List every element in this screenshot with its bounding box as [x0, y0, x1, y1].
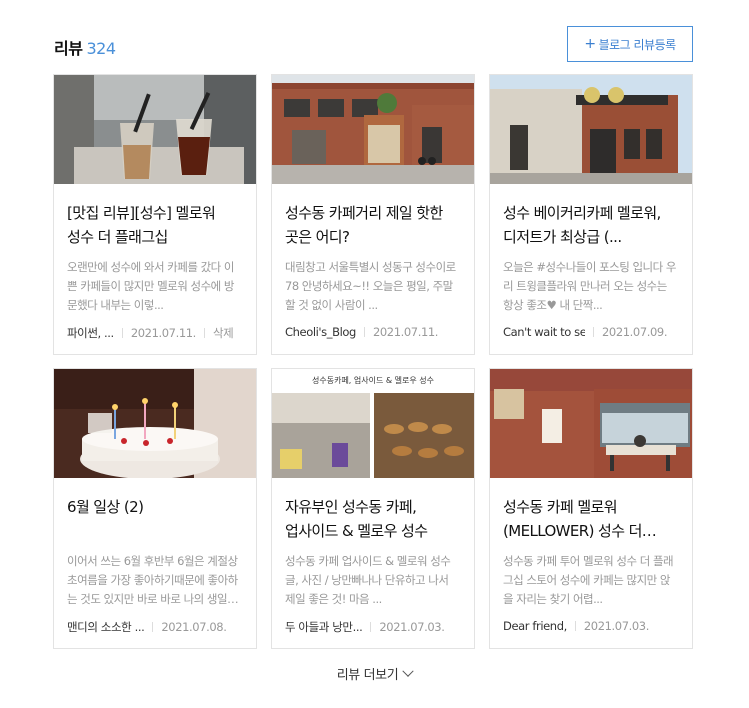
review-thumbnail[interactable] [490, 369, 692, 478]
review-thumbnail[interactable] [272, 75, 474, 184]
review-card[interactable]: 성수동카페, 업사이드 & 멜로우 성수 자유부인 성수동 카페, 업사이드 &… [271, 368, 475, 649]
cafe-exterior-photo-icon [490, 75, 692, 184]
meta-divider [152, 622, 154, 632]
meta-divider [121, 328, 123, 338]
review-thumbnail[interactable] [54, 75, 256, 184]
review-thumbnail[interactable] [490, 75, 692, 184]
more-reviews-button[interactable]: 리뷰 더보기 [0, 664, 749, 683]
more-reviews-label: 리뷰 더보기 [336, 668, 399, 683]
thumbnail-caption: 성수동카페, 업사이드 & 멜로우 성수 [312, 375, 434, 385]
meta-divider [370, 622, 372, 632]
review-title[interactable]: 성수동 카페 멜로워(MELLOWER) 성수 더 플래... [503, 495, 679, 543]
review-excerpt: 이어서 쓰는 6월 후반부 6월은 계절상 초여름을 가장 좋아하기때문에 좋아… [67, 554, 238, 606]
bakery-collage-photo-icon: 성수동카페, 업사이드 & 멜로우 성수 [272, 369, 474, 478]
review-date: 2021.07.08. [161, 620, 227, 634]
review-date: 2021.07.03. [379, 620, 445, 634]
register-blog-review-label: 블로그 리뷰등록 [598, 37, 677, 52]
reviews-header: 리뷰 324 + 블로그 리뷰등록 [54, 26, 693, 62]
more-reviews-inner: 리뷰 더보기 [336, 664, 414, 683]
review-card[interactable]: 성수동 카페 멜로워(MELLOWER) 성수 더 플래... 성수동 카페 투… [489, 368, 693, 649]
review-excerpt: 성수동 카페 업사이드 & 멜로워 성수 글, 사진 / 낭만빠나나 단유하고 … [285, 554, 451, 606]
review-excerpt: 성수동 카페 투어 멜로워 성수 더 플래그십 스토어 성수에 카페는 많지만 … [503, 554, 674, 606]
reviews-title-label: 리뷰 [54, 39, 83, 58]
review-meta: 맨디의 소소한 ... 2021.07.08. [67, 619, 243, 635]
birthday-cake-photo-icon [54, 369, 256, 478]
meta-divider [203, 328, 205, 338]
review-date: 2021.07.11. [130, 326, 197, 340]
review-card[interactable]: 6월 일상 (2) 이어서 쓰는 6월 후반부 6월은 계절상 초여름을 가장 … [53, 368, 257, 649]
reviews-title: 리뷰 324 [54, 35, 116, 59]
meta-divider [593, 327, 594, 337]
review-author[interactable]: Dear friend, [503, 619, 567, 633]
review-date: 2021.07.11. [372, 325, 439, 339]
review-card-grid: [맛집 리뷰][성수] 멜로워 성수 더 플래그십 오랜만에 성수에 와서 카페… [53, 74, 693, 649]
iced-coffee-photo-icon [54, 75, 256, 184]
review-thumbnail[interactable] [54, 369, 256, 478]
register-blog-review-button[interactable]: + 블로그 리뷰등록 [567, 26, 693, 62]
review-excerpt: 오늘은 #성수나들이 포스팅 입니다 우리 트윙클플라워 만나러 오는 성수는 … [503, 260, 676, 312]
review-card[interactable]: 성수 베이커리카페 멜로워, 디저트가 최상급 (... 오늘은 #성수나들이 … [489, 74, 693, 355]
review-thumbnail[interactable]: 성수동카페, 업사이드 & 멜로우 성수 [272, 369, 474, 478]
delete-review-button[interactable]: 삭제 [213, 325, 234, 341]
review-title[interactable]: 6월 일상 (2) [67, 495, 243, 543]
review-author[interactable]: 파이썬, ... [67, 325, 114, 341]
review-meta: Dear friend, 2021.07.03. [503, 619, 679, 633]
meta-divider [363, 327, 365, 337]
plus-icon: + [584, 36, 596, 52]
brick-terrace-photo-icon [490, 369, 692, 478]
review-title[interactable]: 자유부인 성수동 카페, 업사이드 & 멜로우 성수 [285, 495, 461, 543]
brick-building-photo-icon [272, 75, 474, 184]
review-title[interactable]: 성수 베이커리카페 멜로워, 디저트가 최상급 (... [503, 201, 679, 249]
review-meta: Can't wait to se... 2021.07.09. [503, 325, 679, 339]
review-author[interactable]: Can't wait to se... [503, 325, 585, 339]
review-card[interactable]: 성수동 카페거리 제일 핫한 곳은 어디? 대림창고 서울특별시 성동구 성수이… [271, 74, 475, 355]
review-title[interactable]: 성수동 카페거리 제일 핫한 곳은 어디? [285, 201, 461, 249]
chevron-down-icon [402, 665, 414, 677]
review-meta: Cheoli's_Blog 2021.07.11. [285, 325, 461, 339]
review-excerpt: 오랜만에 성수에 와서 카페를 갔다 이쁜 카페들이 많지만 멜로워 성수에 방… [67, 260, 234, 312]
review-author[interactable]: Cheoli's_Blog [285, 325, 356, 339]
review-date: 2021.07.03. [583, 619, 650, 633]
reviews-count: 324 [86, 39, 116, 58]
review-excerpt: 대림창고 서울특별시 성동구 성수이로 78 안녕하세요~!! 오늘은 평일, … [285, 260, 456, 312]
review-author[interactable]: 두 아들과 낭만... [285, 619, 362, 635]
review-card[interactable]: [맛집 리뷰][성수] 멜로워 성수 더 플래그십 오랜만에 성수에 와서 카페… [53, 74, 257, 355]
review-meta: 파이썬, ... 2021.07.11. 삭제 [67, 325, 243, 341]
review-author[interactable]: 맨디의 소소한 ... [67, 619, 144, 635]
review-meta: 두 아들과 낭만... 2021.07.03. [285, 619, 461, 635]
review-title[interactable]: [맛집 리뷰][성수] 멜로워 성수 더 플래그십 [67, 201, 243, 249]
review-date: 2021.07.09. [602, 325, 668, 339]
meta-divider [574, 621, 576, 631]
